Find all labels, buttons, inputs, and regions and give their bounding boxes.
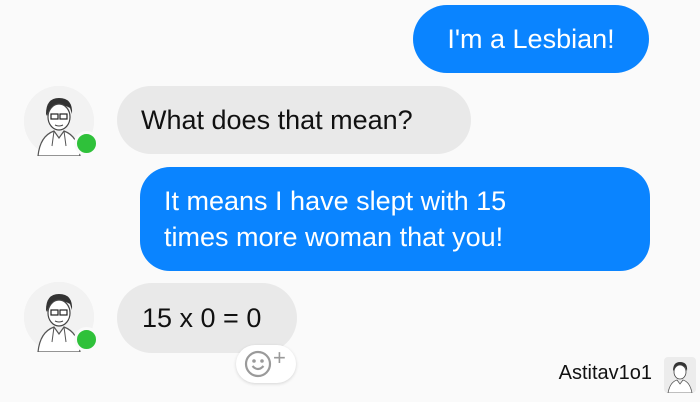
message-text-line: It means I have slept with 15 — [164, 186, 507, 216]
contact-avatar[interactable] — [24, 86, 99, 156]
received-message-bubble[interactable]: 15 x 0 = 0 — [117, 283, 297, 353]
watermark-username: Astitav1o1 — [558, 362, 652, 384]
message-text-line: times more woman that you! — [164, 222, 504, 252]
smiley-icon — [244, 350, 272, 378]
message-text: What does that mean? — [141, 105, 413, 135]
received-message-bubble[interactable]: What does that mean? — [117, 86, 471, 154]
message-text: I'm a Lesbian! — [447, 24, 615, 54]
sent-message-bubble[interactable]: I'm a Lesbian! — [413, 5, 649, 73]
plus-icon: + — [273, 345, 286, 370]
online-status-dot — [74, 327, 99, 352]
contact-avatar[interactable] — [24, 282, 99, 352]
add-reaction-button[interactable]: + — [236, 345, 296, 383]
message-text: 15 x 0 = 0 — [142, 303, 262, 333]
watermark-avatar — [664, 357, 696, 394]
sent-message-bubble[interactable]: It means I have slept with 15 times more… — [140, 167, 650, 271]
online-status-dot — [74, 131, 99, 156]
person-avatar-icon — [667, 362, 693, 394]
